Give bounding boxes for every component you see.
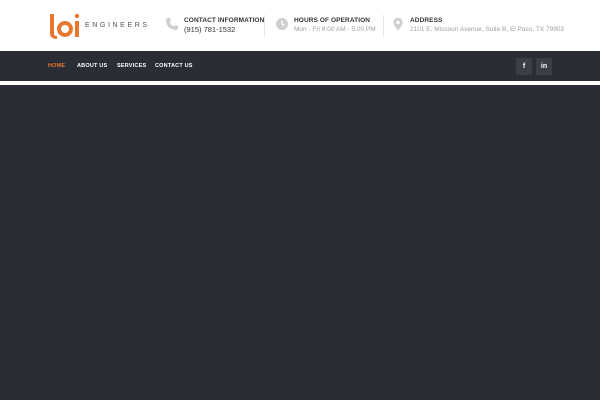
clock-icon [276,18,288,30]
contact-phone[interactable]: (915) 781-1532 [184,25,235,34]
nav-contact-us[interactable]: CONTACT US [155,63,193,69]
address-title: ADDRESS [410,17,443,24]
linkedin-icon[interactable]: in [536,58,552,75]
contact-title: CONTACT INFORMATION [184,17,265,24]
header-divider [264,15,265,37]
hero-section [0,85,600,400]
nav-home[interactable]: HOME [48,63,65,69]
logo-wordmark: ENGINEERS [85,22,150,29]
logo-mark [50,13,80,39]
nav-about-us[interactable]: ABOUT US [77,63,107,69]
address-value: 2101 E. Missouri Avenue, Suite B, El Pas… [410,26,565,33]
site-logo[interactable]: ENGINEERS [48,12,158,40]
hours-info: HOURS OF OPERATION Mon - Fri 8:00 AM - 5… [275,14,380,40]
nav-services[interactable]: SERVICES [117,63,146,69]
main-navigation: HOME ABOUT US SERVICES CONTACT US [0,51,600,81]
header-divider [383,15,384,37]
contact-info: CONTACT INFORMATION (915) 781-1532 [165,14,264,40]
facebook-icon[interactable]: f [516,58,532,75]
address-info: ADDRESS 2101 E. Missouri Avenue, Suite B… [391,14,565,40]
site-header: ENGINEERS CONTACT INFORMATION (915) 781-… [0,0,600,51]
map-pin-icon [393,18,403,31]
hours-title: HOURS OF OPERATION [294,17,371,24]
hours-value: Mon - Fri 8:00 AM - 5:00 PM [294,26,376,33]
phone-icon [166,18,178,30]
